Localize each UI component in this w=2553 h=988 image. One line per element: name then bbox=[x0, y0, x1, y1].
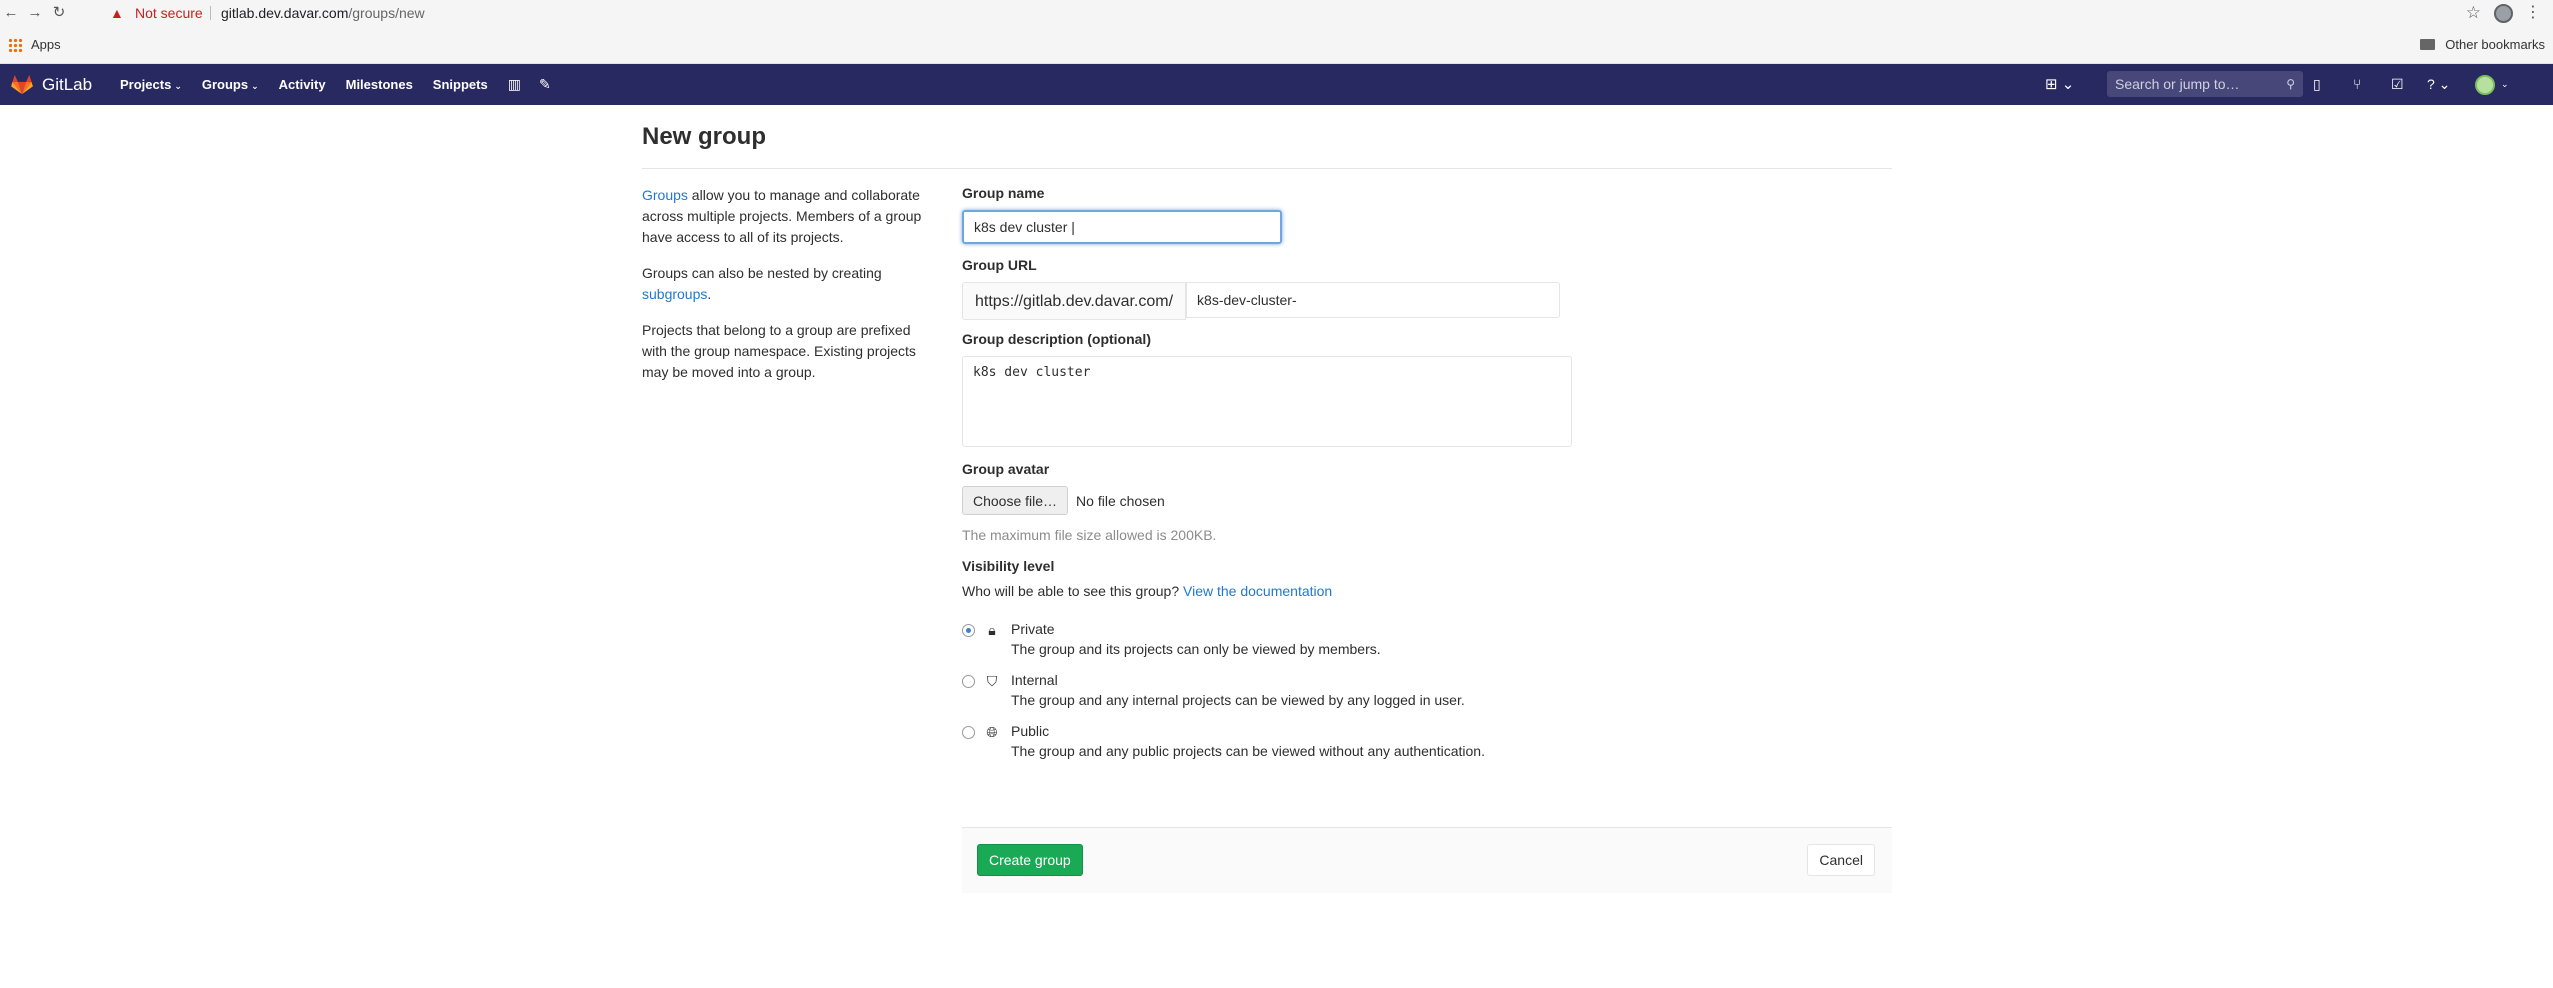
nav-snippets[interactable]: Snippets bbox=[433, 64, 488, 105]
cancel-button[interactable]: Cancel bbox=[1807, 844, 1875, 876]
search-input[interactable]: Search or jump to… ⚲ bbox=[2107, 71, 2303, 97]
subgroups-link[interactable]: subgroups bbox=[642, 286, 707, 302]
avatar-file-input: Choose file… No file chosen bbox=[962, 486, 1892, 515]
view-documentation-link[interactable]: View the documentation bbox=[1183, 583, 1332, 599]
new-dropdown-icon[interactable]: ⊞ ⌄ bbox=[2045, 64, 2081, 105]
search-placeholder: Search or jump to… bbox=[2115, 76, 2240, 92]
bookmarks-bar: Apps Other bookmarks bbox=[0, 26, 2553, 64]
sidebar-paragraph: Projects that belong to a group are pref… bbox=[642, 322, 916, 380]
chevron-down-icon: ⌄ bbox=[174, 81, 182, 91]
url-host: gitlab.dev.davar.com bbox=[221, 5, 349, 21]
visibility-question: Who will be able to see this group? bbox=[962, 583, 1180, 599]
group-avatar-label: Group avatar bbox=[962, 461, 1050, 477]
group-url-prefix: https://gitlab.dev.davar.com/ bbox=[962, 282, 1187, 320]
gitlab-navbar: GitLab Projects ⌄ Groups ⌄ Activity Milest… bbox=[0, 64, 2553, 105]
bookmark-star-icon[interactable]: ☆ bbox=[2466, 0, 2481, 26]
search-icon: ⚲ bbox=[2286, 77, 2295, 91]
browser-toolbar: ← → ↻ ▲ Not secure gitlab.dev.davar.com/… bbox=[0, 0, 2553, 26]
visibility-private-desc: The group and its projects can only be v… bbox=[1011, 641, 1381, 657]
sidebar-paragraph: Groups can also be nested by creating su… bbox=[642, 263, 932, 305]
form-actions: Create group Cancel bbox=[962, 827, 1892, 893]
nav-milestones[interactable]: Milestones bbox=[346, 64, 413, 105]
gitlab-brand[interactable]: GitLab bbox=[42, 64, 92, 105]
folder-icon bbox=[2420, 39, 2435, 50]
gitlab-logo-icon[interactable] bbox=[10, 75, 34, 95]
back-icon[interactable]: ← bbox=[0, 0, 22, 26]
title-divider bbox=[642, 168, 1892, 169]
issues-icon[interactable]: ▯ bbox=[2313, 64, 2321, 105]
address-bar[interactable]: gitlab.dev.davar.com/groups/new bbox=[221, 0, 425, 26]
visibility-option-private[interactable]: 🔒︎ Private The group and its projects ca… bbox=[962, 621, 1892, 672]
group-url-field: https://gitlab.dev.davar.com/ k8s-dev-cl… bbox=[962, 282, 1892, 320]
main-menu: Projects ⌄ Groups ⌄ Activity Milestones Sn… bbox=[120, 64, 569, 105]
chart-icon[interactable]: ▥ bbox=[508, 64, 521, 105]
lock-icon: 🔒︎ bbox=[988, 622, 996, 638]
chevron-down-icon: ⌄ bbox=[251, 81, 259, 91]
globe-icon: 🌐︎ bbox=[986, 724, 998, 740]
visibility-private-label: Private bbox=[1011, 621, 1055, 637]
choose-file-button[interactable]: Choose file… bbox=[962, 486, 1069, 515]
visibility-internal-desc: The group and any internal projects can … bbox=[1011, 692, 1465, 708]
visibility-public-label: Public bbox=[1011, 723, 1050, 739]
sidebar-paragraph: Groups allow you to manage and collabora… bbox=[642, 185, 932, 248]
nav-groups-label: Groups bbox=[201, 77, 249, 92]
visibility-option-public[interactable]: 🌐︎ Public The group and any public proje… bbox=[962, 723, 1892, 774]
nav-activity[interactable]: Activity bbox=[279, 64, 326, 105]
browser-menu-icon[interactable]: ⋮ bbox=[2525, 0, 2541, 26]
group-description-label: Group description (optional) bbox=[962, 331, 1151, 347]
radio-private[interactable] bbox=[962, 624, 975, 637]
sidebar-text: Groups can also be nested by creating bbox=[642, 265, 882, 281]
group-name-label: Group name bbox=[962, 185, 1045, 201]
user-avatar[interactable] bbox=[2475, 75, 2495, 95]
merge-requests-icon[interactable]: ⑂ bbox=[2353, 64, 2361, 105]
sidebar-text: . bbox=[707, 286, 712, 302]
help-icon[interactable]: ? ⌄ bbox=[2427, 64, 2450, 105]
not-secure-label[interactable]: Not secure bbox=[135, 0, 203, 26]
url-separator bbox=[210, 6, 211, 20]
group-description-textarea[interactable]: k8s dev cluster bbox=[962, 356, 1572, 447]
todos-icon[interactable]: ☑ bbox=[2391, 64, 2404, 105]
group-name-input[interactable]: k8s dev cluster | bbox=[962, 210, 1282, 244]
avatar-size-help: The maximum file size allowed is 200KB. bbox=[962, 527, 1217, 543]
page-content: New group Groups allow you to manage and… bbox=[642, 105, 1892, 893]
create-group-button[interactable]: Create group bbox=[977, 844, 1083, 876]
visibility-internal-label: Internal bbox=[1011, 672, 1058, 688]
shield-icon: ⛉ bbox=[986, 673, 998, 689]
nav-projects[interactable]: Projects ⌄ bbox=[120, 64, 182, 105]
apps-grid-icon[interactable] bbox=[8, 38, 23, 53]
chevron-down-icon[interactable]: ⌄ bbox=[2501, 64, 2509, 105]
reload-icon[interactable]: ↻ bbox=[48, 0, 70, 26]
sidebar-help: Groups allow you to manage and collabora… bbox=[642, 185, 932, 398]
visibility-option-internal[interactable]: ⛉ Internal The group and any internal pr… bbox=[962, 672, 1892, 723]
forward-icon[interactable]: → bbox=[24, 0, 46, 26]
visibility-public-desc: The group and any public projects can be… bbox=[1011, 743, 1485, 759]
nav-groups[interactable]: Groups ⌄ bbox=[202, 64, 259, 105]
other-bookmarks[interactable]: Other bookmarks bbox=[2445, 26, 2545, 64]
page-title: New group bbox=[642, 123, 766, 150]
visibility-level-label: Visibility level bbox=[962, 558, 1055, 574]
groups-link[interactable]: Groups bbox=[642, 187, 688, 203]
wrench-icon[interactable]: ✎ bbox=[539, 64, 551, 105]
file-status: No file chosen bbox=[1076, 492, 1165, 509]
radio-internal[interactable] bbox=[962, 675, 975, 688]
browser-profile-icon[interactable] bbox=[2494, 4, 2513, 23]
group-path-input[interactable]: k8s-dev-cluster- bbox=[1186, 282, 1561, 318]
apps-bookmark[interactable]: Apps bbox=[31, 26, 61, 64]
url-path: /groups/new bbox=[348, 5, 425, 21]
visibility-help: Who will be able to see this group? View… bbox=[962, 583, 1892, 599]
new-group-form: Group name k8s dev cluster | Group URL h… bbox=[962, 185, 1892, 774]
nav-projects-label: Projects bbox=[120, 77, 172, 92]
radio-public[interactable] bbox=[962, 726, 975, 739]
warning-icon: ▲ bbox=[110, 5, 124, 21]
group-url-label: Group URL bbox=[962, 257, 1037, 273]
